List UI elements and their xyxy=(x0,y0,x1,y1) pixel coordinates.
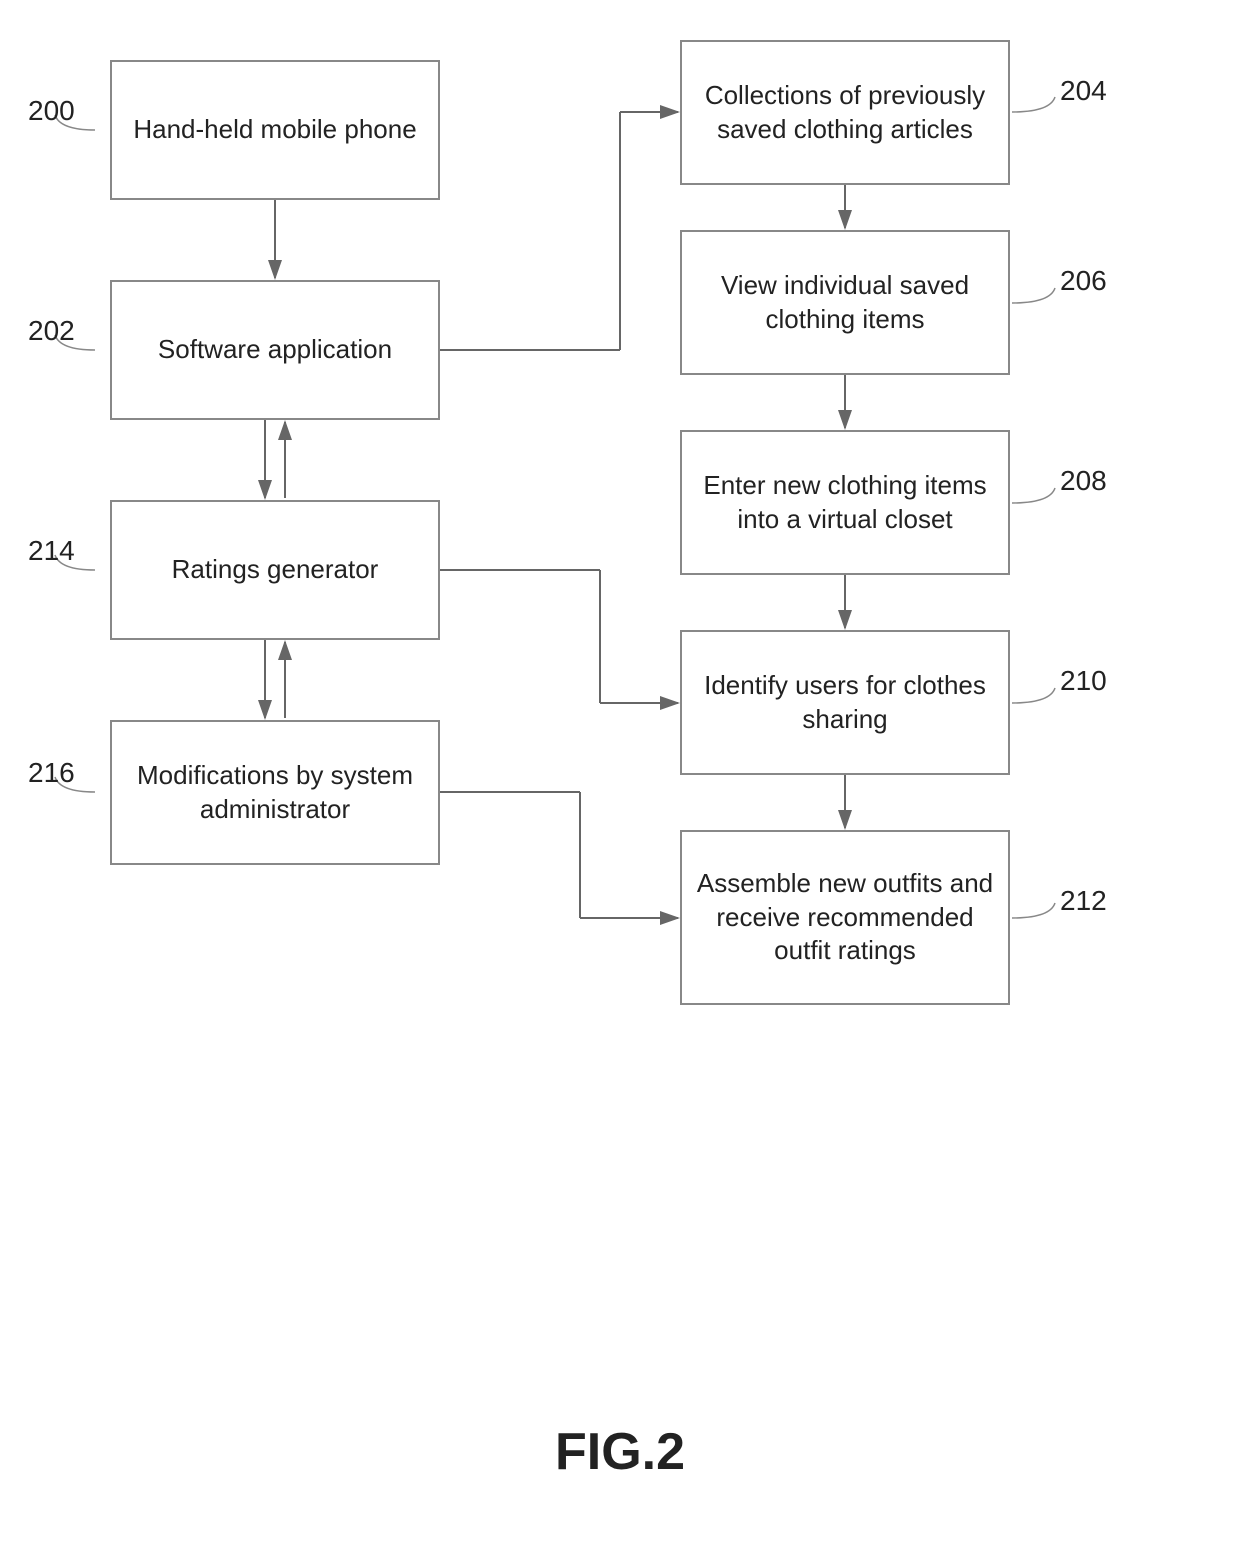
label-212: 212 xyxy=(1060,885,1107,917)
label-214: 214 xyxy=(28,535,75,567)
diagram-container: Hand-held mobile phone 200 Software appl… xyxy=(0,0,1240,1542)
label-204: 204 xyxy=(1060,75,1107,107)
node-210-label: Identify users for clothes sharing xyxy=(692,669,998,737)
label-200: 200 xyxy=(28,95,75,127)
node-214: Ratings generator xyxy=(110,500,440,640)
node-200: Hand-held mobile phone xyxy=(110,60,440,200)
label-216: 216 xyxy=(28,757,75,789)
node-206-label: View individual saved clothing items xyxy=(692,269,998,337)
node-216-label: Modifications by system administrator xyxy=(122,759,428,827)
node-214-label: Ratings generator xyxy=(172,553,379,587)
node-204: Collections of previously saved clothing… xyxy=(680,40,1010,185)
node-202-label: Software application xyxy=(158,333,392,367)
figure-label: FIG.2 xyxy=(555,1422,685,1482)
node-216: Modifications by system administrator xyxy=(110,720,440,865)
node-202: Software application xyxy=(110,280,440,420)
label-202: 202 xyxy=(28,315,75,347)
label-206: 206 xyxy=(1060,265,1107,297)
label-208: 208 xyxy=(1060,465,1107,497)
node-204-label: Collections of previously saved clothing… xyxy=(692,79,998,147)
node-212-label: Assemble new outfits and receive recomme… xyxy=(692,867,998,968)
node-200-label: Hand-held mobile phone xyxy=(133,113,416,147)
node-208-label: Enter new clothing items into a virtual … xyxy=(692,469,998,537)
node-206: View individual saved clothing items xyxy=(680,230,1010,375)
node-210: Identify users for clothes sharing xyxy=(680,630,1010,775)
node-208: Enter new clothing items into a virtual … xyxy=(680,430,1010,575)
node-212: Assemble new outfits and receive recomme… xyxy=(680,830,1010,1005)
label-210: 210 xyxy=(1060,665,1107,697)
